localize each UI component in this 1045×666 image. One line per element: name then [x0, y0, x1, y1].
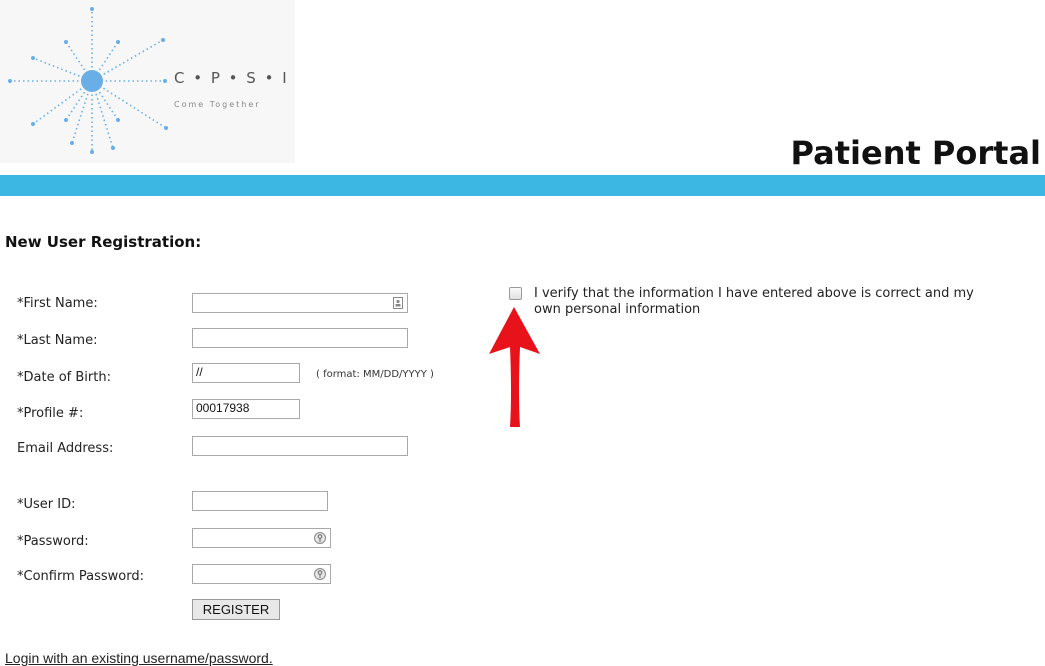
header-band [0, 175, 1045, 196]
profile-label: *Profile #: [17, 406, 84, 421]
email-input[interactable] [192, 436, 408, 456]
page-title: Patient Portal [790, 134, 1041, 172]
login-existing-link[interactable]: Login with an existing username/password… [5, 650, 273, 666]
key-icon [314, 568, 326, 584]
verify-text: I verify that the information I have ent… [534, 286, 974, 317]
confirm-password-input[interactable] [192, 564, 331, 584]
registration-heading: New User Registration: [5, 233, 202, 251]
register-button[interactable]: REGISTER [192, 599, 280, 620]
key-icon [314, 532, 326, 548]
logo-tagline: Come Together [174, 100, 261, 109]
red-arrow-icon [489, 307, 540, 427]
verify-checkbox[interactable] [509, 287, 522, 300]
logo-name: C • P • S • I [174, 69, 289, 87]
password-label: *Password: [17, 534, 89, 549]
confirm-password-label: *Confirm Password: [17, 569, 144, 584]
dob-label: *Date of Birth: [17, 370, 111, 385]
email-label: Email Address: [17, 441, 114, 456]
last-name-label: *Last Name: [17, 333, 98, 348]
contact-card-icon [393, 297, 403, 313]
last-name-input[interactable] [192, 328, 408, 348]
first-name-label: *First Name: [17, 296, 98, 311]
dob-format-hint: ( format: MM/DD/YYYY ) [316, 369, 434, 380]
user-id-input[interactable] [192, 491, 328, 511]
profile-input[interactable]: 00017938 [192, 399, 300, 419]
dob-input[interactable]: // [192, 363, 300, 383]
first-name-input[interactable] [192, 293, 408, 313]
password-input[interactable] [192, 528, 331, 548]
user-id-label: *User ID: [17, 497, 76, 512]
cpsi-logo: C • P • S • I Come Together [0, 0, 295, 163]
